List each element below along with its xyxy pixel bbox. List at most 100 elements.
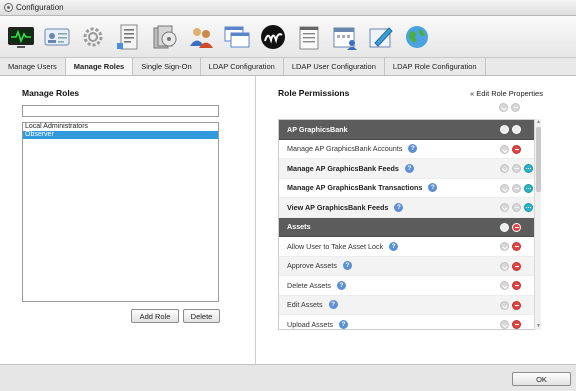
help-icon[interactable]: ? [408, 144, 418, 154]
footer-bar: OK [0, 364, 576, 391]
tab-ldap-role-configuration[interactable]: LDAP Role Configuration [385, 58, 486, 75]
permission-row: Edit Assets? [279, 295, 540, 315]
allow-icon[interactable] [500, 164, 509, 173]
graphicsbank-logo-icon[interactable] [258, 22, 288, 52]
permission-row: Delete Assets? [279, 276, 540, 296]
role-list[interactable]: Local Administrators Observer [22, 122, 219, 302]
manage-roles-heading: Manage Roles [22, 88, 80, 98]
pen-edit-icon[interactable] [366, 22, 396, 52]
allow-icon[interactable] [500, 242, 509, 251]
permission-label: Allow User to Take Asset Lock [287, 241, 384, 251]
partial-icon[interactable] [524, 183, 533, 193]
deny-icon[interactable] [512, 183, 521, 193]
help-icon[interactable]: ? [389, 241, 399, 251]
help-icon[interactable]: ? [336, 280, 346, 290]
document-list-icon[interactable] [114, 22, 144, 52]
deny-icon[interactable] [512, 261, 521, 271]
partial-icon[interactable] [524, 203, 533, 212]
media-drives-icon[interactable] [150, 22, 180, 52]
scroll-up-icon[interactable]: ▲ [536, 120, 541, 125]
ok-button[interactable]: OK [512, 372, 571, 386]
permission-state-toggles [500, 222, 521, 232]
notepad-icon[interactable] [294, 22, 324, 52]
permission-label: View AP GraphicsBank Feeds [287, 202, 389, 212]
help-icon[interactable]: ? [338, 319, 348, 329]
tab-manage-users[interactable]: Manage Users [0, 58, 66, 75]
scroll-down-icon[interactable]: ▼ [536, 324, 541, 329]
allow-icon[interactable] [500, 144, 509, 154]
allow-icon[interactable] [500, 300, 509, 310]
allow-all-icon[interactable] [500, 125, 509, 134]
permission-state-toggles [500, 164, 533, 173]
deny-icon[interactable] [512, 203, 521, 212]
tab-bar: Manage Users Manage Roles Single Sign-On… [0, 58, 576, 76]
tab-single-sign-on[interactable]: Single Sign-On [133, 58, 201, 75]
help-icon[interactable]: ? [428, 183, 438, 193]
permission-state-toggles [500, 281, 521, 290]
allow-icon[interactable] [500, 183, 509, 193]
help-icon[interactable]: ? [404, 163, 414, 173]
permission-label: Manage AP GraphicsBank Transactions [287, 183, 423, 193]
deny-icon[interactable] [512, 164, 521, 173]
permission-label: Edit Assets [287, 300, 323, 310]
allow-icon[interactable] [500, 320, 509, 329]
permission-state-toggles [500, 242, 521, 251]
permission-row: Approve Assets? [279, 256, 540, 276]
windows-icon[interactable] [222, 22, 252, 52]
monitor-activity-icon[interactable] [6, 22, 36, 52]
window-title: Configuration [16, 3, 64, 12]
permission-label: Manage AP GraphicsBank Feeds [287, 163, 399, 173]
permissions-table: AP GraphicsBank Manage AP GraphicsBank Ac… [278, 119, 541, 330]
content-area: Manage Roles Local Administrators Observ… [0, 76, 576, 364]
permission-row: Allow User to Take Asset Lock? [279, 237, 540, 257]
help-icon[interactable]: ? [328, 300, 338, 310]
globe-icon[interactable] [402, 22, 432, 52]
permission-state-toggles [500, 144, 521, 154]
permission-label: Upload Assets [287, 319, 333, 329]
permission-group-row: Assets [279, 217, 540, 237]
gear-icon[interactable] [78, 22, 108, 52]
permission-row: Manage AP GraphicsBank Accounts? [279, 140, 540, 159]
partial-icon[interactable] [524, 164, 533, 173]
permission-group-row: AP GraphicsBank [279, 120, 540, 140]
role-item-observer[interactable]: Observer [23, 131, 218, 139]
permission-row: View AP GraphicsBank Feeds? [279, 198, 540, 218]
role-search-input[interactable] [22, 105, 219, 117]
deny-all-icon[interactable] [511, 103, 520, 112]
title-bar: Configuration [0, 0, 576, 16]
role-item-local-administrators[interactable]: Local Administrators [23, 123, 218, 131]
permission-group-label: Assets [287, 222, 311, 232]
help-icon[interactable]: ? [394, 202, 404, 212]
allow-all-icon[interactable] [512, 125, 521, 134]
allow-all-icon[interactable] [499, 103, 508, 112]
toolbar [0, 16, 576, 58]
tab-ldap-user-configuration[interactable]: LDAP User Configuration [284, 58, 385, 75]
permission-state-toggles [500, 300, 521, 310]
allow-icon[interactable] [500, 281, 509, 290]
allow-icon[interactable] [500, 203, 509, 212]
deny-icon[interactable] [512, 281, 521, 290]
allow-all-icon[interactable] [500, 222, 509, 232]
permission-row: Upload Assets? [279, 315, 540, 329]
tab-ldap-configuration[interactable]: LDAP Configuration [201, 58, 284, 75]
delete-role-button[interactable]: Delete [183, 309, 220, 323]
deny-all-icon[interactable] [512, 222, 521, 232]
tab-manage-roles[interactable]: Manage Roles [65, 58, 134, 75]
permissions-scrollbar[interactable]: ▲ ▼ [534, 119, 541, 330]
deny-icon[interactable] [512, 144, 521, 154]
permission-state-toggles [500, 203, 533, 212]
allow-icon[interactable] [500, 261, 509, 271]
calendar-user-icon[interactable] [330, 22, 360, 52]
scroll-thumb[interactable] [536, 127, 541, 192]
deny-icon[interactable] [512, 300, 521, 310]
permission-state-toggles [500, 183, 533, 193]
edit-role-properties-link[interactable]: « Edit Role Properties [470, 89, 543, 98]
deny-icon[interactable] [512, 242, 521, 251]
help-icon[interactable]: ? [342, 261, 352, 271]
deny-icon[interactable] [512, 320, 521, 329]
users-icon[interactable] [186, 22, 216, 52]
add-role-button[interactable]: Add Role [131, 309, 179, 323]
permission-row: Manage AP GraphicsBank Transactions? [279, 179, 540, 198]
role-permissions-heading: Role Permissions [278, 88, 350, 98]
id-card-icon[interactable] [42, 22, 72, 52]
